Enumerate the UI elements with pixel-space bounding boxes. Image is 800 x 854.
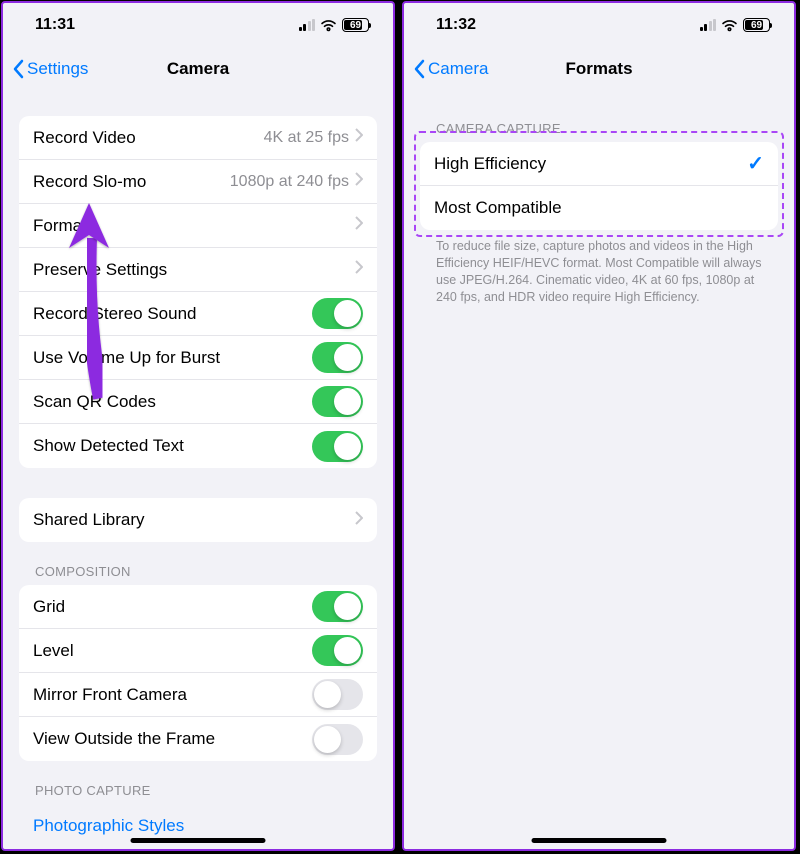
formats-row[interactable]: Formats [19,204,377,248]
back-label: Camera [428,59,488,79]
chevron-left-icon [13,59,25,79]
record-video-row[interactable]: Record Video 4K at 25 fps [19,116,377,160]
detected-text-toggle[interactable] [312,431,363,462]
chevron-left-icon [414,59,426,79]
mirror-front-toggle[interactable] [312,679,363,710]
chevron-right-icon [355,172,363,191]
high-efficiency-row[interactable]: High Efficiency ✓ [420,142,778,186]
photo-capture-header: PHOTO CAPTURE [3,761,393,804]
stereo-sound-toggle[interactable] [312,298,363,329]
left-screenshot: 11:31 69 Settings Camera Record Video 4K… [1,1,395,851]
status-icons: 69 [299,18,370,32]
composition-group: Grid Level Mirror Front Camera View Outs… [19,585,377,761]
preserve-settings-row[interactable]: Preserve Settings [19,248,377,292]
back-button[interactable]: Settings [3,59,88,79]
status-time: 11:32 [436,16,476,34]
battery-icon: 69 [342,18,369,32]
home-indicator[interactable] [532,838,667,843]
mirror-front-row[interactable]: Mirror Front Camera [19,673,377,717]
home-indicator[interactable] [131,838,266,843]
composition-header: COMPOSITION [3,542,393,585]
nav-bar: Camera Formats [404,47,794,91]
view-outside-toggle[interactable] [312,724,363,755]
level-toggle[interactable] [312,635,363,666]
status-bar: 11:31 69 [3,3,393,47]
format-footer-text: To reduce file size, capture photos and … [404,230,794,306]
scan-qr-row[interactable]: Scan QR Codes [19,380,377,424]
chevron-right-icon [355,128,363,147]
chevron-right-icon [355,511,363,530]
scan-qr-toggle[interactable] [312,386,363,417]
status-icons: 69 [700,18,771,32]
photographic-styles-row[interactable]: Photographic Styles [3,804,393,836]
volume-burst-row[interactable]: Use Volume Up for Burst [19,336,377,380]
right-screenshot: 11:32 69 Camera Formats CAMERA CAPTURE H… [402,1,796,851]
shared-library-row[interactable]: Shared Library [19,498,377,542]
nav-bar: Settings Camera [3,47,393,91]
wifi-icon [320,19,337,32]
chevron-right-icon [355,260,363,279]
view-outside-frame-row[interactable]: View Outside the Frame [19,717,377,761]
cell-signal-icon [299,19,316,31]
chevron-right-icon [355,216,363,235]
record-slomo-row[interactable]: Record Slo-mo 1080p at 240 fps [19,160,377,204]
format-options-group: High Efficiency ✓ Most Compatible [420,142,778,230]
wifi-icon [721,19,738,32]
camera-settings-group: Record Video 4K at 25 fps Record Slo-mo … [19,116,377,468]
volume-burst-toggle[interactable] [312,342,363,373]
status-time: 11:31 [35,16,75,34]
level-row[interactable]: Level [19,629,377,673]
status-bar: 11:32 69 [404,3,794,47]
camera-capture-header: CAMERA CAPTURE [404,91,794,142]
shared-library-group: Shared Library [19,498,377,542]
checkmark-icon: ✓ [747,151,764,176]
stereo-sound-row[interactable]: Record Stereo Sound [19,292,377,336]
back-label: Settings [27,59,88,79]
battery-icon: 69 [743,18,770,32]
grid-toggle[interactable] [312,591,363,622]
detected-text-row[interactable]: Show Detected Text [19,424,377,468]
grid-row[interactable]: Grid [19,585,377,629]
back-button[interactable]: Camera [404,59,488,79]
most-compatible-row[interactable]: Most Compatible [420,186,778,230]
cell-signal-icon [700,19,717,31]
